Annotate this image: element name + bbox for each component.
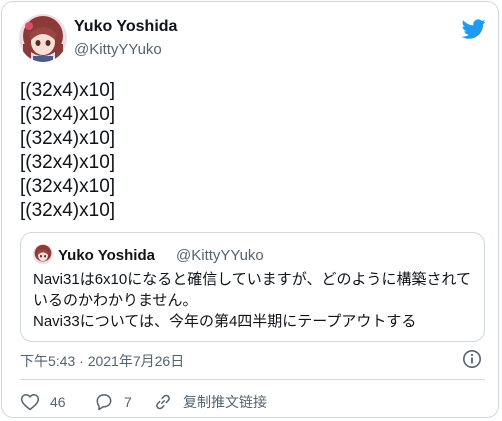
copy-link-button[interactable]: 复制推文链接	[153, 391, 267, 413]
tweet-line: [(32x4)x10]	[20, 176, 116, 197]
author-name[interactable]: Yuko Yoshida	[74, 18, 177, 36]
tweet-card: Yuko Yoshida @KittyYYuko [(32x4)x10] [(3…	[1, 1, 499, 418]
tweet-line: [(32x4)x10]	[20, 128, 116, 149]
like-count: 46	[50, 394, 66, 410]
quote-author-handle: @KittyYYuko	[176, 247, 264, 264]
tweet-line: [(32x4)x10]	[20, 200, 116, 221]
copy-link-label: 复制推文链接	[183, 394, 267, 410]
reply-button[interactable]: 7	[94, 391, 132, 413]
info-icon[interactable]	[462, 349, 482, 369]
twitter-bird-icon[interactable]	[461, 17, 486, 41]
tweet-text: [(32x4)x10] [(32x4)x10] [(32x4)x10] [(32…	[20, 79, 115, 223]
reply-count: 7	[124, 394, 132, 410]
link-icon	[156, 394, 170, 410]
reply-icon	[96, 394, 112, 411]
author-handle[interactable]: @KittyYYuko	[74, 41, 162, 58]
quote-line: いるのかわかりません。	[33, 292, 198, 309]
quote-avatar	[33, 244, 53, 264]
quote-line: Navi33については、今年の第4四半期にテープアウトする	[33, 313, 417, 330]
tweet-line: [(32x4)x10]	[20, 152, 116, 173]
timestamp[interactable]: 下午5:43 · 2021年7月26日	[20, 351, 184, 371]
quote-text: Navi31は6x10になると確信していますが、どのように構築されて いるのかわ…	[33, 269, 473, 332]
heart-icon	[20, 394, 40, 411]
avatar[interactable]	[19, 14, 67, 62]
tweet-line: [(32x4)x10]	[20, 104, 116, 125]
tweet-line: [(32x4)x10]	[20, 80, 116, 101]
quoted-tweet[interactable]: Yuko Yoshida @KittyYYuko Navi31は6x10になると…	[20, 232, 485, 342]
divider	[20, 379, 485, 380]
like-button[interactable]: 46	[20, 391, 66, 413]
quote-line: Navi31は6x10になると確信していますが、どのように構築されて	[33, 271, 472, 288]
quote-author-name: Yuko Yoshida	[58, 247, 155, 264]
